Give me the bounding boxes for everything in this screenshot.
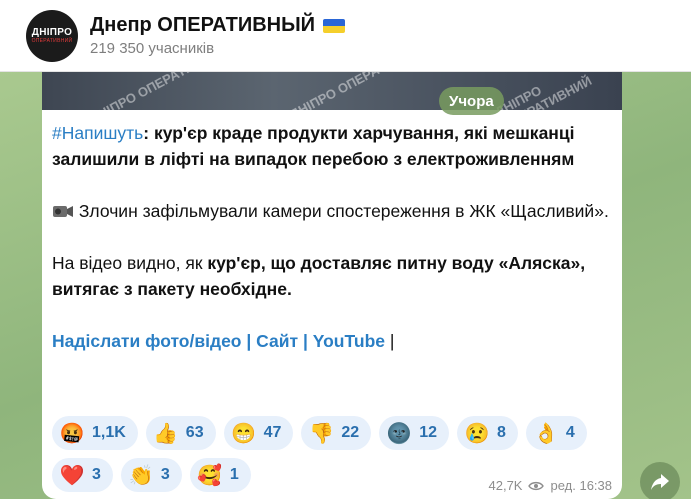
reaction-heart[interactable]: ❤️ 3 (52, 458, 113, 492)
separator: | (246, 331, 252, 351)
red-heart-icon: ❤️ (59, 464, 85, 487)
video-preview[interactable]: ДНІПРО ОПЕРАТИВНИЙ ДНІПРО ОПЕРАТИВНИЙ ДН… (42, 72, 622, 110)
edited-time: ред. 16:38 (550, 478, 612, 493)
reaction-count: 3 (92, 466, 101, 483)
reaction-count: 47 (263, 424, 282, 441)
reaction-grin[interactable]: 😁 47 (223, 416, 294, 450)
grinning-face-icon: 😁 (231, 422, 257, 445)
youtube-link[interactable]: YouTube (313, 331, 385, 351)
view-count: 42,7K (488, 478, 523, 493)
separator: | (302, 331, 308, 351)
ok-hand-icon: 👌 (533, 422, 559, 445)
angry-face-icon: 🤬 (59, 422, 85, 445)
watermark: ДНІПРО ОПЕРАТИВНИЙ (492, 72, 595, 110)
reaction-count: 1,1K (92, 424, 126, 441)
reaction-count: 63 (185, 424, 204, 441)
post-text-3a: На відео видно, як (52, 253, 208, 273)
message-bubble: ДНІПРО ОПЕРАТИВНИЙ ДНІПРО ОПЕРАТИВНИЙ ДН… (42, 72, 622, 499)
watermark: ДНІПРО ОПЕРАТИВНИЙ (287, 72, 429, 110)
channel-avatar[interactable]: ДНІПРО ОПЕРАТИВНИЙ (26, 9, 78, 62)
subscriber-count: 219 350 учасників (90, 40, 215, 57)
reaction-ok-hand[interactable]: 👌 4 (525, 416, 587, 450)
reaction-crying[interactable]: 😢 8 (456, 416, 518, 450)
share-arrow-icon (651, 474, 669, 490)
video-camera-icon (53, 206, 73, 217)
post-text: #Напишуть: кур'єр краде продукти харчува… (52, 120, 612, 354)
channel-info[interactable]: Днепр ОПЕРАТИВНЫЙ 219 350 учасників (90, 14, 346, 57)
reaction-count: 12 (419, 424, 437, 441)
reaction-hearts-face[interactable]: 🥰 1 (189, 458, 251, 492)
reaction-count: 8 (496, 424, 506, 441)
thumbs-down-icon: 👎 (308, 422, 334, 445)
site-link[interactable]: Сайт (256, 331, 298, 351)
crying-face-icon: 😢 (464, 422, 490, 445)
smiling-face-with-hearts-icon: 🥰 (197, 464, 223, 487)
new-moon-face-icon: 🌚 (386, 422, 412, 445)
hashtag-link[interactable]: #Напишуть (52, 123, 143, 143)
post-links: Надіслати фото/відео | Сайт | YouTube | (52, 328, 612, 354)
reaction-count: 3 (160, 466, 170, 483)
reaction-angry[interactable]: 🤬 1,1K (52, 416, 138, 450)
reaction-clap[interactable]: 👏 3 (120, 458, 182, 492)
watermark: ДНІПРО ОПЕРАТИВНИЙ (87, 72, 229, 110)
channel-title: Днепр ОПЕРАТИВНЫЙ (90, 14, 316, 36)
reaction-count: 1 (229, 466, 239, 483)
thumbs-up-icon: 👍 (153, 422, 179, 445)
ukraine-flag-icon (323, 18, 346, 33)
avatar-logo-text: ДНІПРО (31, 27, 73, 38)
reaction-thumbs-up[interactable]: 👍 63 (145, 416, 216, 450)
send-photo-link[interactable]: Надіслати фото/відео (52, 331, 242, 351)
message-meta: 42,7K ред. 16:38 (489, 478, 613, 493)
post-paragraph-1: #Напишуть: кур'єр краде продукти харчува… (52, 120, 612, 172)
date-badge: Учора (439, 87, 504, 115)
separator: | (389, 331, 395, 351)
eye-icon (528, 481, 545, 490)
reaction-thumbs-down[interactable]: 👎 22 (301, 416, 372, 450)
post-paragraph-3: На відео видно, як кур'єр, що доставляє … (52, 250, 612, 302)
post-paragraph-2: Злочин зафільмували камери спостереження… (52, 198, 612, 224)
share-button[interactable] (640, 462, 680, 499)
reaction-new-moon[interactable]: 🌚 12 (379, 416, 449, 450)
reaction-count: 22 (341, 424, 360, 441)
clapping-hands-icon: 👏 (128, 464, 154, 487)
channel-header[interactable]: ДНІПРО ОПЕРАТИВНИЙ Днепр ОПЕРАТИВНЫЙ 219… (0, 0, 691, 72)
post-text-2: Злочин зафільмували камери спостереження… (74, 201, 609, 221)
reaction-count: 4 (565, 424, 575, 441)
avatar-logo-subtext: ОПЕРАТИВНИЙ (31, 38, 73, 44)
